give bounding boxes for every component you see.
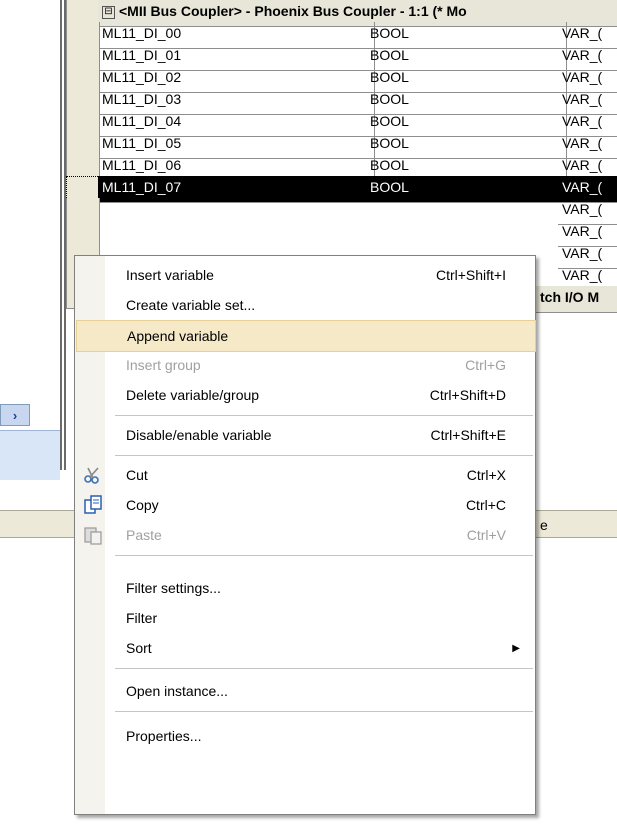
group-header-label: <MII Bus Coupler> - Phoenix Bus Coupler … [119, 3, 467, 19]
menu-item-label: Filter [126, 610, 158, 626]
menu-item-label: Sort [126, 640, 152, 656]
menu-item-append-variable[interactable]: Append variable [76, 320, 536, 352]
menu-item-label: Disable/enable variable [126, 427, 272, 443]
menu-item-label: Cut [126, 467, 148, 483]
menu-item-paste[interactable]: Paste Ctrl+V [76, 520, 534, 550]
menu-item-sort[interactable]: Sort ▶ [76, 633, 534, 663]
menu-item-label: Copy [126, 497, 159, 513]
menu-item-shortcut: Ctrl+Shift+I [435, 267, 506, 283]
scissors-icon [82, 464, 104, 486]
menu-item-shortcut: Ctrl+Shift+E [430, 427, 506, 443]
menu-item-properties[interactable]: Properties... [76, 721, 534, 751]
group-header-row[interactable]: ⊟ <MII Bus Coupler> - Phoenix Bus Coupler… [66, 0, 617, 27]
menu-item-filter[interactable]: Filter [76, 603, 534, 633]
row-selector[interactable] [66, 22, 100, 45]
menu-item-shortcut: Ctrl+C [465, 497, 506, 513]
menu-item-insert-group[interactable]: Insert group Ctrl+G [76, 350, 534, 380]
menu-item-label: Create variable set... [126, 297, 256, 313]
row-selector[interactable] [66, 176, 100, 200]
collapse-icon[interactable]: ⊟ [102, 5, 115, 19]
menu-item-filter-settings[interactable]: Filter settings... [76, 573, 534, 603]
menu-separator [115, 668, 533, 669]
menu-item-open-instance[interactable]: Open instance... [76, 676, 534, 706]
row-selector[interactable] [66, 44, 100, 67]
menu-item-label: Append variable [127, 328, 229, 344]
table-row[interactable]: ML11_DI_04 BOOL VAR_( [66, 110, 617, 137]
menu-separator [115, 711, 533, 712]
table-row[interactable]: ML11_DI_02 BOOL VAR_( [66, 66, 617, 93]
menu-separator [115, 555, 533, 556]
menu-item-label: Properties... [126, 728, 202, 744]
row-selector[interactable] [66, 154, 100, 177]
left-panel [0, 0, 60, 470]
menu-item-disable-enable-variable[interactable]: Disable/enable variable Ctrl+Shift+E [76, 420, 534, 450]
row-selector[interactable] [66, 110, 100, 133]
row-selector[interactable] [66, 0, 100, 23]
menu-item-label: Open instance... [126, 683, 228, 699]
menu-item-shortcut: Ctrl+X [466, 467, 506, 483]
menu-separator [115, 455, 533, 456]
menu-item-label: Delete variable/group [126, 387, 260, 403]
copy-icon [82, 494, 104, 516]
row-selector[interactable] [66, 220, 100, 243]
submenu-arrow-icon: ▶ [512, 642, 520, 654]
row-selector[interactable] [66, 88, 100, 111]
table-row[interactable]: ML11_DI_01 BOOL VAR_( [66, 44, 617, 71]
table-row[interactable]: VAR_( [66, 220, 617, 247]
menu-item-delete-variable-group[interactable]: Delete variable/group Ctrl+Shift+D [76, 380, 534, 410]
table-row[interactable]: ML11_DI_03 BOOL VAR_( [66, 88, 617, 115]
context-menu: Insert variable Ctrl+Shift+I Create vari… [74, 255, 536, 815]
menu-item-label: Paste [126, 527, 162, 543]
table-row[interactable]: ML11_DI_00 BOOL VAR_( [66, 22, 617, 49]
menu-item-cut[interactable]: Cut Ctrl+X [76, 460, 534, 490]
menu-item-label: Insert variable [126, 267, 214, 283]
expand-panel-button[interactable]: › [0, 404, 30, 426]
menu-item-shortcut: Ctrl+Shift+D [429, 387, 506, 403]
table-row[interactable]: ML11_DI_05 BOOL VAR_( [66, 132, 617, 159]
menu-item-label: Insert group [126, 357, 201, 373]
table-row-selected[interactable]: ML11_DI_07 BOOL VAR_( [66, 176, 617, 203]
menu-item-shortcut: Ctrl+G [465, 357, 506, 373]
table-row[interactable]: ML11_DI_06 BOOL VAR_( [66, 154, 617, 181]
menu-item-copy[interactable]: Copy Ctrl+C [76, 490, 534, 520]
menu-item-insert-variable[interactable]: Insert variable Ctrl+Shift+I [76, 260, 534, 290]
menu-item-shortcut: Ctrl+V [466, 527, 506, 543]
menu-item-create-variable-set[interactable]: Create variable set... [76, 290, 534, 320]
row-selector[interactable] [66, 198, 100, 221]
row-selector[interactable] [66, 132, 100, 155]
group-name-cell[interactable]: tch I/O M [536, 286, 617, 313]
paste-icon [82, 524, 104, 546]
panel-tab-area [0, 430, 60, 480]
menu-separator [115, 415, 533, 416]
row-selector[interactable] [66, 66, 100, 89]
panel-divider [60, 0, 62, 470]
table-row[interactable]: VAR_( [66, 198, 617, 225]
menu-item-label: Filter settings... [126, 580, 221, 596]
status-text: e [540, 517, 548, 533]
